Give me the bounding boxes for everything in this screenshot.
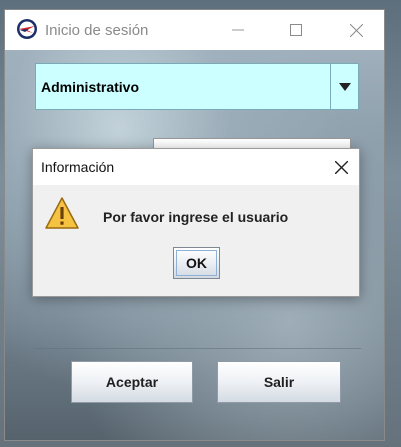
accept-button[interactable]: Aceptar — [71, 361, 193, 403]
info-dialog: Información Por favor ingrese el usuario… — [32, 148, 360, 297]
dialog-title: Información — [41, 159, 115, 175]
ok-button[interactable]: OK — [173, 247, 220, 279]
button-panel: Aceptar Salir — [35, 348, 361, 413]
dialog-message: Por favor ingrese el usuario — [103, 209, 289, 225]
exit-button[interactable]: Salir — [217, 361, 341, 403]
dialog-close-button[interactable] — [331, 157, 351, 177]
role-select-value: Administrativo — [41, 79, 140, 95]
close-icon — [334, 160, 348, 174]
warning-icon — [45, 197, 79, 229]
window-close-button[interactable] — [327, 10, 384, 50]
maximize-icon — [290, 24, 302, 36]
window-title: Inicio de sesión — [45, 22, 149, 39]
window-titlebar: Inicio de sesión — [5, 10, 384, 50]
dialog-titlebar: Información — [33, 149, 359, 185]
minimize-icon — [232, 29, 244, 31]
minimize-button[interactable] — [209, 10, 267, 50]
role-select-arrow[interactable] — [330, 64, 358, 109]
role-select[interactable]: Administrativo — [35, 63, 359, 110]
airplane-logo-icon — [16, 18, 38, 40]
chevron-down-icon — [338, 82, 351, 91]
maximize-button[interactable] — [267, 10, 325, 50]
close-icon — [349, 23, 363, 37]
